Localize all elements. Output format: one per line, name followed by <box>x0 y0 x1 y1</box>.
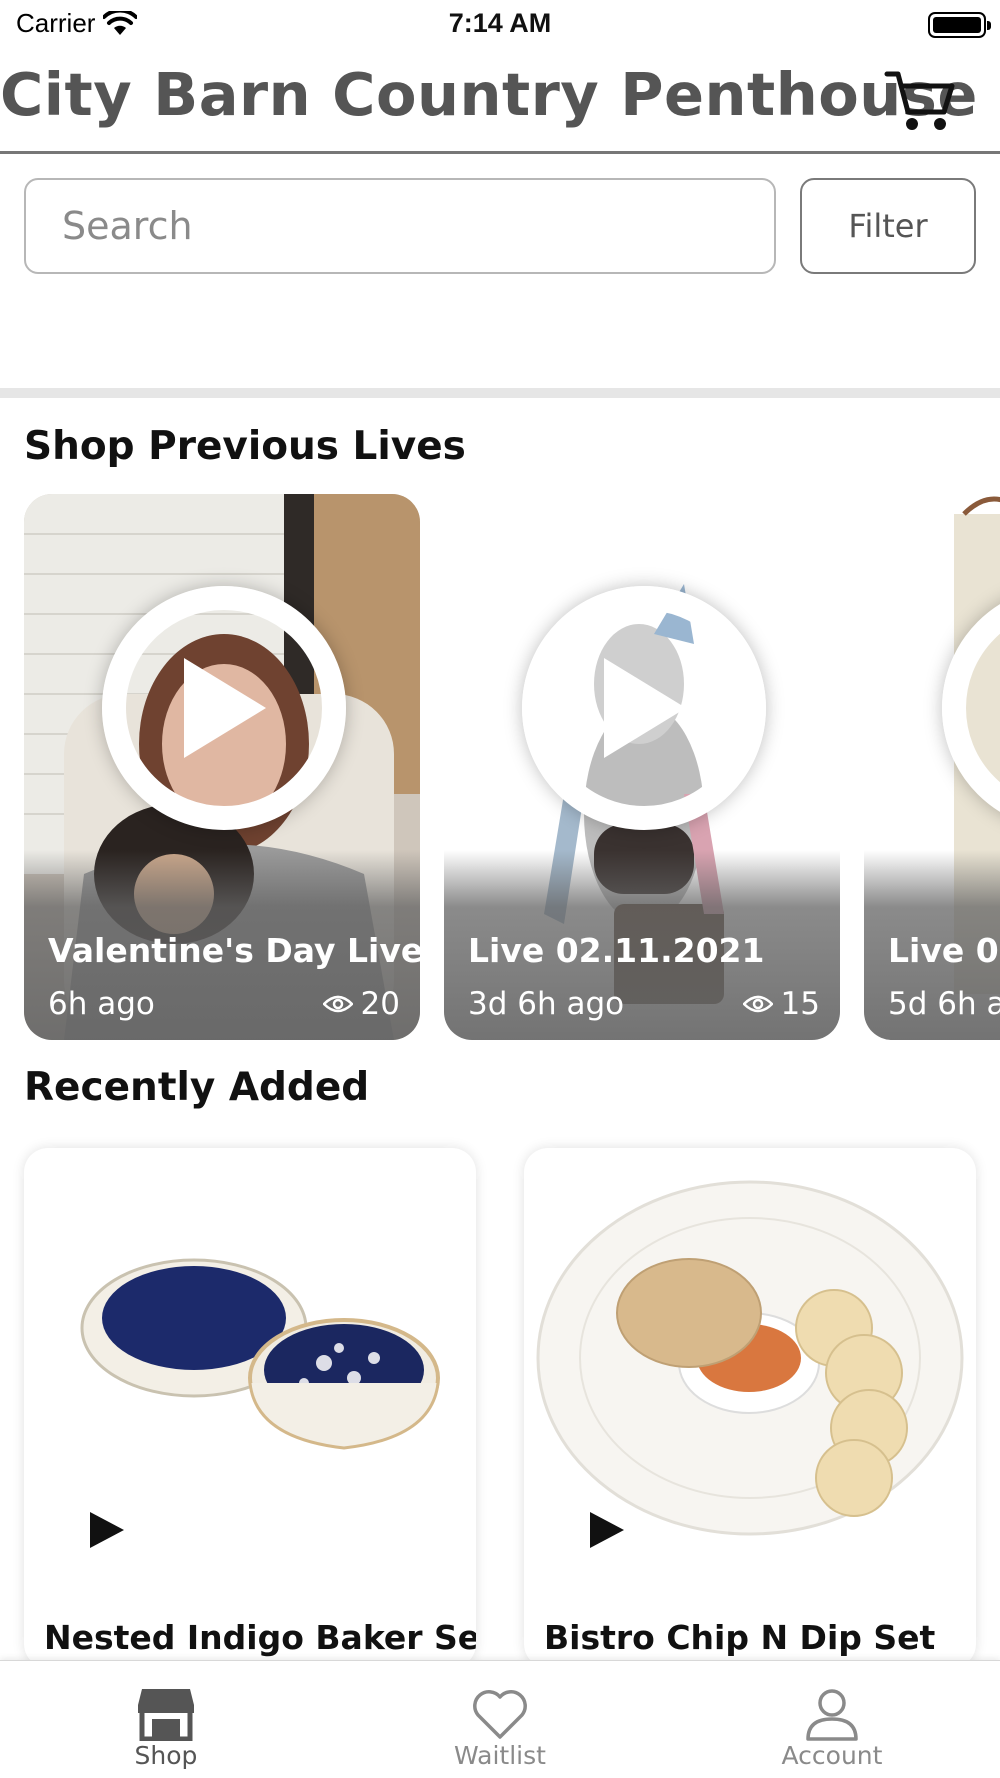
video-play-icon[interactable] <box>582 1506 630 1554</box>
battery-icon <box>928 12 991 38</box>
search-input[interactable] <box>24 178 776 274</box>
live-time-ago: 5d 6h a <box>888 986 1000 1022</box>
clock: 7:14 AM <box>448 8 552 38</box>
live-view-count: 15 <box>742 986 820 1022</box>
play-icon <box>604 658 686 758</box>
live-title: Live 02.11.2021 <box>468 931 765 970</box>
tab-label: Waitlist <box>454 1741 546 1770</box>
tab-label: Shop <box>134 1741 198 1770</box>
product-card[interactable]: Nested Indigo Baker Set <box>24 1148 476 1668</box>
live-card[interactable]: Live 02 5d 6h a <box>864 494 1000 1040</box>
tab-waitlist[interactable]: Waitlist <box>400 1661 600 1778</box>
live-card[interactable]: Valentine's Day Live 6h ago 20 <box>24 494 420 1040</box>
status-bar: Carrier 7:14 AM <box>0 0 1000 50</box>
tab-shop[interactable]: Shop <box>66 1661 266 1778</box>
store-icon <box>138 1689 194 1741</box>
play-button[interactable] <box>522 586 766 830</box>
product-card[interactable]: Bistro Chip N Dip Set <box>524 1148 976 1668</box>
live-time-ago: 6h ago <box>48 986 155 1022</box>
previous-lives-heading: Shop Previous Lives <box>24 424 466 469</box>
heart-icon <box>473 1690 527 1739</box>
cart-icon[interactable] <box>884 68 956 134</box>
eye-icon <box>742 995 773 1013</box>
recently-added-heading: Recently Added <box>24 1065 370 1110</box>
play-button[interactable] <box>102 586 346 830</box>
live-card[interactable]: Live 02.11.2021 3d 6h ago 15 <box>444 494 840 1040</box>
live-time-ago: 3d 6h ago <box>468 986 625 1022</box>
eye-icon <box>322 995 353 1013</box>
person-icon <box>806 1689 858 1741</box>
view-count-value: 20 <box>360 986 400 1022</box>
view-count-value: 15 <box>780 986 820 1022</box>
live-title: Valentine's Day Live <box>48 931 420 970</box>
product-name: Nested Indigo Baker Set <box>44 1618 476 1657</box>
store-title: City Barn Country Penthouse <box>0 60 978 129</box>
filter-button[interactable]: Filter <box>800 178 976 274</box>
tab-bar: Shop Waitlist Account <box>0 1660 1000 1778</box>
play-icon <box>184 658 266 758</box>
app-header: City Barn Country Penthouse <box>0 50 1000 154</box>
tab-account[interactable]: Account <box>732 1661 932 1778</box>
video-play-icon[interactable] <box>82 1506 130 1554</box>
section-divider <box>0 388 1000 398</box>
tab-label: Account <box>781 1741 883 1770</box>
product-name: Bistro Chip N Dip Set <box>544 1618 936 1657</box>
previous-lives-carousel[interactable]: Valentine's Day Live 6h ago 20 Live 02.1… <box>0 494 1000 1040</box>
live-title: Live 02 <box>888 931 1000 970</box>
live-view-count: 20 <box>322 986 400 1022</box>
